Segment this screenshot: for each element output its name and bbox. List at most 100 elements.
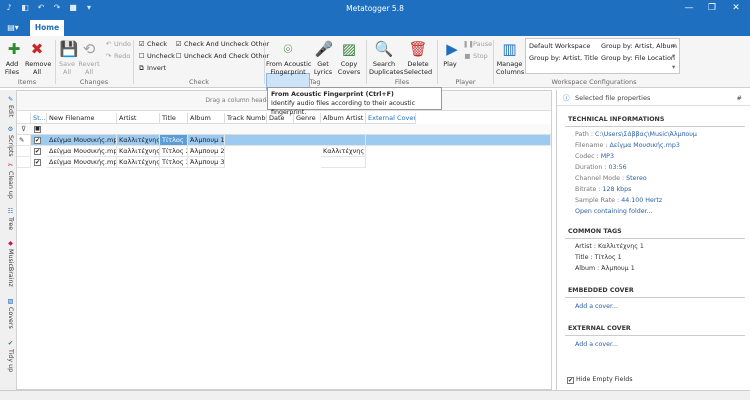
group-tag-label: Tag (309, 78, 321, 86)
cell-album[interactable]: Άλμπουμ 2 (188, 146, 225, 157)
filter-icon[interactable]: ⊽ (21, 125, 26, 133)
add-embedded-cover-link[interactable]: Add a cover... (575, 303, 618, 310)
row-checkbox[interactable]: ✔ (34, 159, 41, 166)
tab-home[interactable]: Home (30, 20, 64, 36)
uncheck-check-other-button[interactable]: ☐ Uncheck And Check Other (174, 52, 270, 61)
cell-album-artist[interactable] (321, 157, 366, 168)
table-row[interactable]: ✔ Δείγμα Μουσικής.mp3 Καλλιτέχνης 3 Τίτλ… (17, 157, 551, 168)
duration-row: Duration : 03:56 (575, 164, 627, 171)
tab-tree[interactable]: ☷ Tree (2, 208, 14, 230)
row-checkbox[interactable]: ✔ (34, 148, 41, 155)
musicbrainz-icon: ◆ (7, 240, 14, 247)
edit-row-icon: ✎ (17, 135, 31, 146)
group-workspace-label: Workspace Configurations (551, 78, 637, 86)
cell-filename[interactable]: Δείγμα Μουσικής.mp3 (47, 135, 117, 146)
tab-scripts[interactable]: ⚙ Scripts (2, 126, 14, 157)
channel-value: Stereo (626, 175, 647, 182)
undo-button[interactable]: ↶ Undo (104, 40, 131, 49)
pause-button[interactable]: ❚❚Pause (463, 40, 492, 49)
uncheck-label: Uncheck (147, 52, 175, 60)
delete-selected-button[interactable]: 🗑 Delete Selected (402, 38, 434, 76)
search-duplicates-button[interactable]: 🔍 Search Duplicates (369, 38, 403, 76)
fingerprint-icon: ⌾ (283, 40, 293, 58)
save-all-label: Save All (59, 60, 75, 76)
redo-button[interactable]: ↷ Redo (104, 52, 131, 61)
cell-filename[interactable]: Δείγμα Μουσικής.mp3 (47, 146, 117, 157)
table-row[interactable]: ✔ Δείγμα Μουσικής.mp3 Καλλιτέχνης 1 Τίτλ… (17, 146, 551, 157)
save-all-button[interactable]: 💾 Save All (58, 38, 78, 76)
column-header-title[interactable]: Title (160, 113, 188, 124)
column-header-artist[interactable]: Artist (117, 113, 160, 124)
divider (565, 126, 745, 127)
checkbox-icon: ☑ (175, 40, 182, 48)
open-folder-link[interactable]: Open containing folder... (575, 208, 653, 215)
stop-button[interactable]: ■ Stop (463, 52, 487, 61)
revert-all-button[interactable]: ⟲ Revert All (78, 38, 100, 76)
stop-icon: ■ (464, 52, 471, 60)
cell-title[interactable]: Τίτλος 1 (160, 135, 188, 146)
hide-empty-checkbox[interactable]: ✔ (567, 377, 574, 384)
tab-clean-up[interactable]: ✂ Clean up (2, 162, 14, 199)
path-value: C:\Users\Σάββας\Music\Άλμπουμ (594, 131, 697, 138)
cell-album-artist[interactable] (321, 135, 366, 146)
workspace-item[interactable]: Group by: File Location (601, 54, 675, 62)
file-menu-button[interactable]: ▤▾ (4, 21, 22, 34)
cell-album[interactable]: Άλμπουμ 3 (188, 157, 225, 168)
maximize-button[interactable]: ❐ (701, 1, 723, 16)
checkbox-icon: ☑ (138, 40, 145, 48)
workspace-item[interactable]: Group by: Artist, Album (601, 42, 677, 50)
column-header-album[interactable]: Album (188, 113, 225, 124)
from-acoustic-fingerprint-button[interactable]: ⌾ From Acoustic Fingerprint (266, 38, 312, 76)
check-uncheck-other-button[interactable]: ☑ Check And Uncheck Other (174, 40, 270, 49)
pin-icon[interactable]: # (737, 90, 742, 106)
column-header-track-number[interactable]: Track Number (225, 113, 267, 124)
get-lyrics-button[interactable]: 🎤 Get Lyrics (313, 38, 334, 76)
copy-covers-button[interactable]: ▨ Copy Covers (336, 38, 362, 76)
cell-artist[interactable]: Καλλιτέχνης 1 (117, 146, 160, 157)
cell-artist[interactable]: Καλλιτέχνης 3 (117, 157, 160, 168)
scroll-up-icon[interactable]: ▴ (672, 41, 675, 49)
workspace-gallery[interactable]: Default Workspace Group by: Artist, Albu… (525, 38, 680, 74)
add-external-cover-link[interactable]: Add a cover... (575, 341, 618, 348)
expand-icon[interactable]: ▾ (672, 63, 675, 71)
minimize-button[interactable]: — (678, 1, 700, 16)
invert-label: Invert (147, 64, 167, 72)
column-header-filename[interactable]: New Filename (47, 113, 117, 124)
workspace-item[interactable]: Group by: Artist, Title (529, 54, 598, 62)
manage-columns-button[interactable]: ▥ Manage Columns (496, 38, 524, 76)
cell-artist[interactable]: Καλλιτέχνης 1 (117, 135, 160, 146)
hide-empty-fields-option[interactable]: ✔ Hide Empty Fields (567, 376, 633, 384)
filter-row[interactable]: ⊽ ■ (17, 124, 551, 135)
cell-album[interactable]: Άλμπουμ 1 (188, 135, 225, 146)
row-indicator (17, 157, 31, 168)
add-files-button[interactable]: ✚ Add Files (3, 38, 21, 76)
tab-tidy-up[interactable]: ✔ Tidy up (2, 340, 14, 372)
close-button[interactable]: ✕ (725, 1, 747, 16)
tab-edit[interactable]: ✎ Edit (2, 96, 14, 117)
play-button[interactable]: ▶ Play (441, 38, 459, 69)
column-header-status[interactable]: St... (31, 113, 47, 124)
select-all-checkbox[interactable]: ■ (34, 126, 41, 133)
invert-button[interactable]: ⧉ Invert (137, 64, 166, 73)
cell-filename[interactable]: Δείγμα Μουσικής.mp3 (47, 157, 117, 168)
pause-label: Pause (473, 40, 493, 48)
check-button[interactable]: ☑ Check (137, 40, 167, 49)
covers-icon: ▨ (7, 298, 14, 305)
divider (565, 335, 745, 336)
tab-musicbrainz[interactable]: ◆ MusicBrainz (2, 240, 14, 287)
uncheck-button[interactable]: ☐ Uncheck (137, 52, 175, 61)
edit-icon: ✎ (7, 96, 14, 103)
group-files-label: Files (394, 78, 410, 86)
row-indicator (17, 146, 31, 157)
tab-covers[interactable]: ▨ Covers (2, 298, 14, 329)
cell-title[interactable]: Τίτλος 3 (160, 157, 188, 168)
status-strip (0, 390, 750, 400)
remove-all-button[interactable]: ✖ Remove All (25, 38, 51, 76)
row-checkbox[interactable]: ✔ (34, 137, 41, 144)
cell-title[interactable]: Τίτλος 2 (160, 146, 188, 157)
table-row[interactable]: ✎ ✔ Δείγμα Μουσικής.mp3 Καλλιτέχνης 1 Τί… (17, 135, 551, 146)
tab-edit-label: Edit (7, 105, 14, 118)
scroll-down-icon[interactable]: ▾ (672, 52, 675, 60)
workspace-item[interactable]: Default Workspace (529, 42, 590, 50)
cell-album-artist[interactable]: Καλλιτέχνης 2 (321, 146, 366, 157)
